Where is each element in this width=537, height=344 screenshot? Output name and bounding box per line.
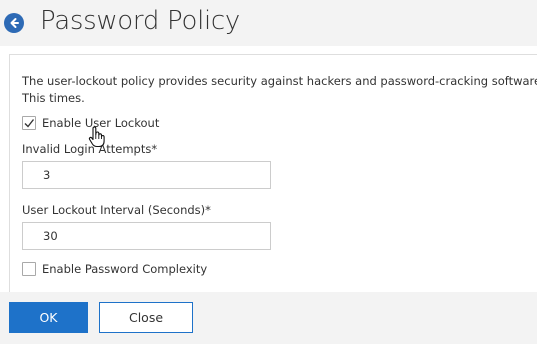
form-panel: The user-lockout policy provides securit…	[9, 54, 537, 295]
page-title: Password Policy	[40, 6, 240, 36]
back-button[interactable]	[4, 13, 24, 33]
invalid-login-attempts-label: Invalid Login Attempts*	[22, 142, 158, 156]
policy-description: The user-lockout policy provides securit…	[22, 74, 537, 105]
dialog-footer: OK Close	[0, 292, 537, 344]
page-header: Password Policy	[0, 0, 537, 46]
enable-password-complexity-label: Enable Password Complexity	[42, 262, 208, 276]
enable-user-lockout-label: Enable User Lockout	[42, 116, 160, 130]
invalid-login-attempts-input[interactable]	[22, 161, 271, 189]
enable-user-lockout-checkbox[interactable]: Enable User Lockout	[22, 116, 159, 130]
user-lockout-interval-input[interactable]	[22, 222, 271, 250]
ok-button[interactable]: OK	[9, 302, 88, 333]
checkbox-box[interactable]	[22, 116, 36, 130]
user-lockout-interval-label: User Lockout Interval (Seconds)*	[22, 203, 211, 217]
arrow-left-circle-icon	[10, 18, 19, 28]
checkbox-box[interactable]	[22, 262, 36, 276]
close-button[interactable]: Close	[99, 302, 193, 333]
enable-password-complexity-checkbox[interactable]: Enable Password Complexity	[22, 262, 207, 276]
checkmark-icon	[24, 119, 35, 128]
